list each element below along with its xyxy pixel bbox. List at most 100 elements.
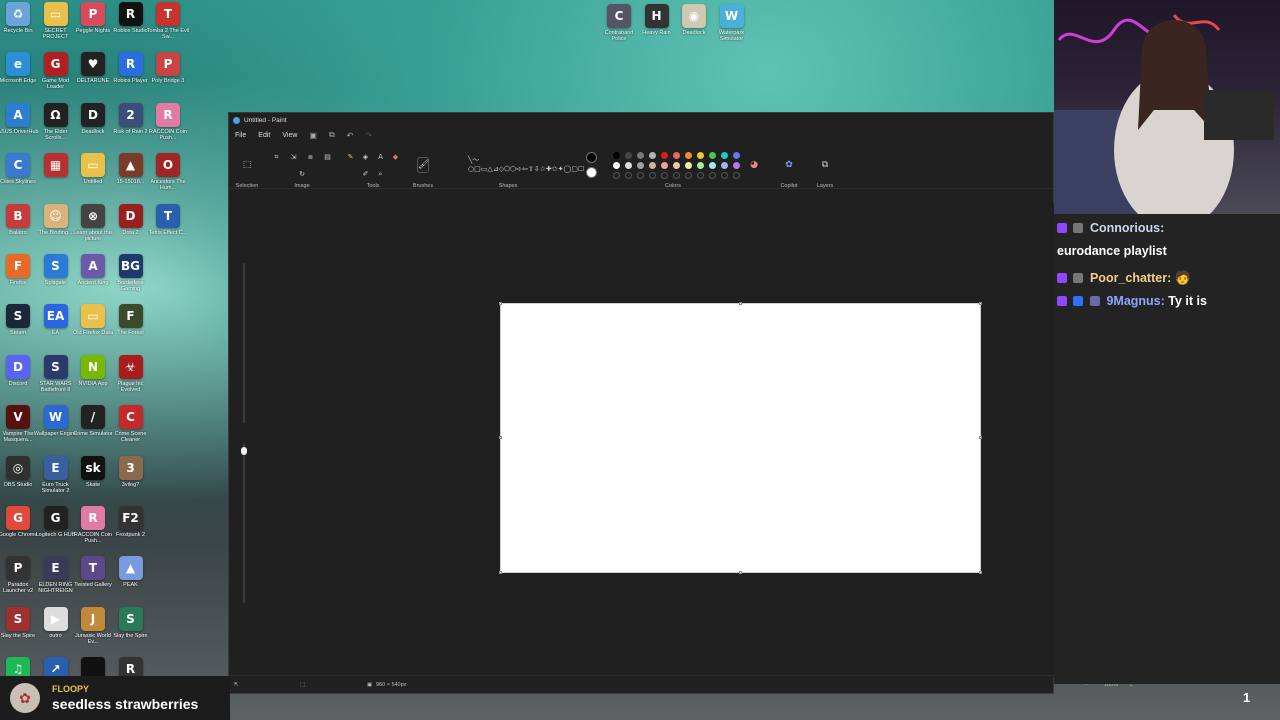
desktop-icon[interactable]: C Cities Skylines [0,153,38,201]
desktop-icon[interactable]: E ELDEN RING NIGHTREIGN [36,556,76,604]
desktop-icon[interactable]: B Balatro [0,203,38,252]
desktop-icon[interactable]: P Poly Bridge 3 [148,52,188,100]
desktop-icon[interactable]: N NVIDIA App [73,354,113,403]
desktop-icon[interactable]: F The Forest [111,304,151,352]
empty-color-slot[interactable] [709,171,716,179]
menu-file[interactable]: File [235,132,246,139]
empty-color-slot[interactable] [613,171,620,179]
select-object-icon[interactable]: ⧈ [306,151,315,163]
desktop-icon[interactable]: ▭ Untitled [73,153,113,201]
eraser-icon[interactable]: ◆ [391,151,400,163]
color-swatch[interactable] [685,151,692,159]
desktop-icon[interactable]: D Dota 2 [111,203,151,252]
color-swatch[interactable] [613,161,620,169]
desktop-icon[interactable]: W Waterpark Simulator [712,4,752,52]
canvas-handle-tm[interactable] [739,302,742,305]
color-swatch[interactable] [673,161,680,169]
canvas-handle-tl[interactable] [499,302,502,305]
fill-icon[interactable]: ◈ [361,151,370,163]
brush-icon[interactable]: 🖌 [417,157,429,173]
menu-edit[interactable]: Edit [258,132,270,139]
desktop-icon[interactable]: T Twisted Gallery [73,556,113,604]
empty-color-slot[interactable] [637,171,644,179]
crop-icon[interactable]: ⌗ [272,151,281,163]
magnifier-icon[interactable]: ⌕ [376,168,385,180]
desktop-icon[interactable]: S STAR WARS Battlefront II [36,354,76,403]
color-swatch[interactable] [709,161,716,169]
color-swatch[interactable] [733,161,740,169]
slider-thumb[interactable] [241,447,247,455]
color-swatch[interactable] [721,151,728,159]
desktop-icon[interactable]: C Contraband Police [599,4,639,52]
desktop-icon[interactable]: G Google Chrome [0,506,38,554]
desktop-icon[interactable]: ♻ Recycle Bin [0,2,38,50]
desktop-icon[interactable]: F Firefox [0,254,38,302]
desktop-icon[interactable]: J Jurassic World Ev... [73,606,113,655]
desktop-icon[interactable]: ▲ PEAK [111,556,151,604]
desktop-icon[interactable]: ◉ Deadlock [674,4,714,52]
desktop-icon[interactable]: 2 Risk of Rain 2 [111,102,151,151]
edit-colors-icon[interactable]: ◕ [748,159,760,171]
layers-icon[interactable]: ⧉ [819,159,831,171]
desktop-icon[interactable]: / Crime Simulator [73,405,113,453]
text-icon[interactable]: A [376,151,385,163]
desktop-icon[interactable]: ♥ DELTARUNE [73,52,113,100]
desktop-icon[interactable] [148,607,188,655]
empty-color-slot[interactable] [673,171,680,179]
color-swatch[interactable] [733,151,740,159]
vertical-slider[interactable] [241,263,247,603]
desktop-icon[interactable]: R Roblox Studio [111,2,151,50]
redo-icon[interactable]: ↷ [365,131,372,140]
desktop-icon[interactable]: A Ancient King [73,254,113,302]
desktop-icon[interactable]: BG Borderless Gaming [111,254,151,302]
image-bg-icon[interactable]: ▤ [323,151,332,163]
desktop-icon[interactable] [148,355,188,403]
empty-color-slot[interactable] [697,171,704,179]
desktop-icon[interactable]: T Tetris Effect C... [148,203,188,252]
color-swatch[interactable] [637,161,644,169]
color-swatch[interactable] [625,151,632,159]
canvas-handle-bl[interactable] [499,571,502,574]
desktop-icon[interactable]: R RACCOIN Coin Push... [148,102,188,151]
empty-color-slot[interactable] [733,171,740,179]
desktop-icon[interactable]: R Roblox Player [111,52,151,100]
desktop-icon[interactable]: O Ancestors The Hum... [148,153,188,201]
color-swatch[interactable] [661,151,668,159]
desktop-icon[interactable]: Ω The Elder Scrolls... [36,102,76,151]
color-swatch[interactable] [697,151,704,159]
shapes-gallery-icon[interactable]: ╲〜○□▭△⊿◇⬠⬡➪⇦⇧⇩☆✚✩✦◯▢☐ [468,156,584,174]
desktop-icon[interactable]: sk Skate [73,455,113,504]
color-swatch[interactable] [709,151,716,159]
canvas-handle-mr[interactable] [979,436,982,439]
title-bar[interactable]: Untitled - Paint [229,113,1053,127]
canvas-handle-tr[interactable] [979,302,982,305]
color-swatch[interactable] [697,161,704,169]
canvas-handle-bm[interactable] [739,571,742,574]
color-swatch[interactable] [649,161,656,169]
desktop-icon[interactable]: W Wallpaper Engine [34,405,77,453]
desktop-icon[interactable]: V Vampire The Masquera... [0,405,38,453]
color-picker-icon[interactable]: ✐ [361,168,370,180]
desktop-icon[interactable]: ▶ outro [36,606,76,655]
desktop-icon[interactable]: 3 3vilog? [111,455,151,504]
desktop-icon[interactable]: P Peggle Nights [73,2,113,50]
desktop-icon[interactable]: D Discord [0,354,38,403]
selection-tool-icon[interactable]: ⬚ [241,159,253,171]
desktop-icon[interactable]: EA EA [36,304,76,352]
desktop-icon[interactable] [148,456,188,504]
desktop-icon[interactable]: G Game Mod Loader [36,52,76,100]
desktop-icon[interactable]: ▦ [36,153,76,201]
canvas-handle-ml[interactable] [499,436,502,439]
color-swatch[interactable] [661,161,668,169]
color-swatch[interactable] [637,151,644,159]
desktop-icon[interactable]: S Slay the Spire [111,606,151,655]
desktop-icon[interactable] [148,304,188,352]
desktop-icon[interactable]: ◎ OBS Studio [0,455,38,504]
menu-view[interactable]: View [282,132,297,139]
desktop-icon[interactable]: ☺ The Binding... [36,203,76,252]
desktop-icon[interactable]: ▭ SECRET PROJECT [36,2,76,50]
desktop-icon[interactable]: ☣ Plague Inc Evolved [111,354,151,403]
desktop-icon[interactable]: S Steam [0,304,38,352]
save-icon[interactable]: ▣ [309,131,317,140]
empty-color-slot[interactable] [685,171,692,179]
